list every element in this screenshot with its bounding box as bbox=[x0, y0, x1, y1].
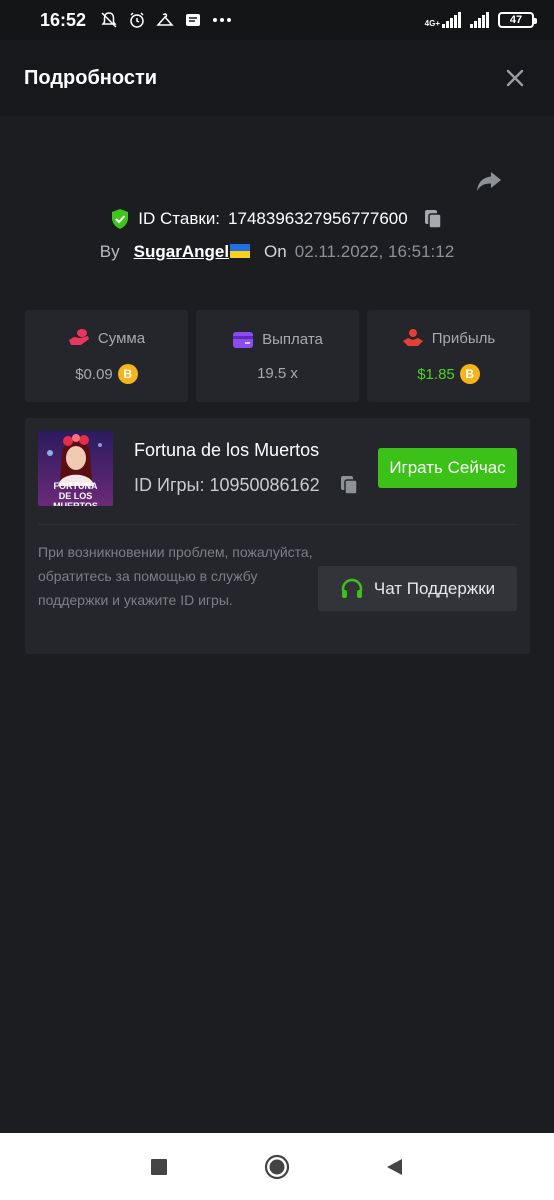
stat-amount: Сумма $0.09 B bbox=[25, 310, 188, 402]
ukraine-flag-icon bbox=[230, 244, 251, 258]
game-name[interactable]: Fortuna de los Muertos bbox=[134, 440, 319, 461]
back-triangle-icon bbox=[387, 1158, 402, 1175]
bet-author-row: By SugarAngel On 02.11.2022, 16:51:12 bbox=[0, 238, 554, 266]
game-thumbnail-title: FORTUNA DE LOS MUERTOS bbox=[53, 481, 98, 506]
stat-payout-label: Выплата bbox=[262, 331, 323, 348]
bet-id-value: 1748396327956777600 bbox=[228, 209, 408, 228]
divider bbox=[38, 524, 517, 525]
stat-profit: Прибыль $1.85 B bbox=[367, 310, 530, 402]
game-panel: FORTUNA DE LOS MUERTOS Fortuna de los Mu… bbox=[25, 418, 530, 654]
share-button[interactable] bbox=[474, 166, 504, 196]
game-id-label: ID Игры: bbox=[134, 474, 205, 495]
recent-apps-button[interactable] bbox=[144, 1152, 174, 1182]
status-system-icons: 4G+ 47 bbox=[424, 12, 537, 28]
message-icon bbox=[186, 14, 201, 26]
more-dots-icon bbox=[213, 18, 232, 22]
game-thumbnail[interactable]: FORTUNA DE LOS MUERTOS bbox=[38, 431, 113, 506]
bet-id-row: ID Ставки: 1748396327956777600 bbox=[0, 204, 554, 234]
home-button[interactable] bbox=[262, 1152, 292, 1182]
hanger-icon bbox=[156, 13, 174, 26]
status-bar: 16:52 4G+ 47 bbox=[0, 0, 554, 40]
share-icon bbox=[477, 172, 501, 191]
close-icon bbox=[506, 69, 524, 87]
stat-profit-label: Прибыль bbox=[431, 329, 496, 347]
game-id-value: 10950086162 bbox=[209, 474, 320, 495]
status-notification-icons bbox=[100, 11, 232, 29]
game-id-row: ID Игры: 10950086162 bbox=[134, 474, 360, 496]
headset-icon bbox=[341, 578, 363, 598]
network-type: 4G+ bbox=[424, 19, 440, 28]
battery-icon: 47 bbox=[498, 12, 537, 28]
close-button[interactable] bbox=[500, 63, 530, 93]
stat-amount-value: $0.09 bbox=[75, 365, 113, 383]
bet-id-label: ID Ставки: bbox=[138, 209, 221, 228]
signal-icon bbox=[442, 12, 461, 28]
card-icon bbox=[233, 331, 254, 348]
by-label: By bbox=[99, 242, 120, 261]
stat-payout: Выплата 19.5 x bbox=[196, 310, 359, 402]
shield-check-icon bbox=[112, 209, 129, 229]
coin-icon: B bbox=[117, 364, 138, 384]
money-hand-icon bbox=[68, 329, 89, 345]
stat-payout-value: 19.5 x bbox=[257, 364, 298, 382]
copy-icon[interactable] bbox=[338, 474, 360, 496]
stat-amount-label: Сумма bbox=[97, 329, 146, 347]
support-help-text: При возникновении проблем, пожалуйста, о… bbox=[38, 544, 313, 608]
support-chat-label: Чат Поддержки bbox=[373, 578, 496, 598]
signal-icon-2 bbox=[470, 12, 489, 28]
stat-profit-value: $1.85 bbox=[417, 365, 455, 383]
bet-stats: Сумма $0.09 B Выплата 19.5 x Прибыль $1.… bbox=[25, 310, 530, 402]
home-circle-icon bbox=[264, 1154, 290, 1179]
page-title: Подробности bbox=[24, 66, 158, 89]
copy-icon[interactable] bbox=[422, 208, 444, 230]
play-now-button[interactable]: Играть Сейчас bbox=[378, 448, 517, 488]
page-header: Подробности bbox=[0, 40, 554, 116]
user-name: SugarAngel bbox=[133, 242, 230, 261]
battery-level: 47 bbox=[509, 14, 523, 26]
status-time: 16:52 bbox=[40, 9, 87, 30]
profit-hand-icon bbox=[402, 329, 423, 346]
back-button[interactable] bbox=[380, 1152, 410, 1182]
user-link[interactable]: SugarAngel bbox=[133, 242, 251, 262]
alarm-icon bbox=[130, 12, 144, 28]
on-label: On bbox=[264, 242, 287, 261]
square-icon bbox=[151, 1158, 167, 1175]
system-nav-bar bbox=[0, 1133, 554, 1200]
support-chat-button[interactable]: Чат Поддержки bbox=[318, 566, 517, 611]
mute-bell-icon bbox=[101, 12, 117, 28]
bet-date: 02.11.2022, 16:51:12 bbox=[294, 242, 455, 261]
coin-icon: B bbox=[459, 364, 480, 384]
